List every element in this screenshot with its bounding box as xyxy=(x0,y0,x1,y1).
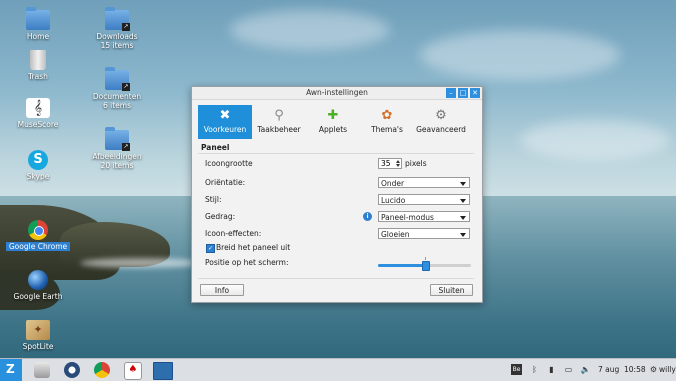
bottom-panel: ♠ Be ᛒ ▮ ▭ 🔈 7 aug 10:58 ⚙ willy xyxy=(0,358,676,381)
desktop-icon-google-chrome[interactable]: Google Chrome xyxy=(6,220,70,251)
expand-panel-label: Breid het paneel uit xyxy=(216,243,291,252)
minimize-button[interactable]: – xyxy=(446,88,456,98)
desktop-icon-spotlite[interactable]: ✦ SpotLite xyxy=(6,320,70,351)
slider-handle[interactable] xyxy=(422,261,430,271)
battery-icon[interactable]: ▭ xyxy=(563,364,574,375)
date-text[interactable]: 7 aug xyxy=(598,359,619,381)
info-icon[interactable]: i xyxy=(363,212,372,221)
downloads-folder-icon: ↗ xyxy=(105,7,130,31)
task-manager-icon: ⚲ xyxy=(274,108,284,123)
slider-fill xyxy=(378,264,425,267)
awn-settings-taskbar-icon[interactable] xyxy=(153,362,173,380)
themes-palette-icon: ✿ xyxy=(381,108,393,123)
dialog-title: Awn-instellingen xyxy=(306,88,368,97)
desktop-icon-trash[interactable]: Trash xyxy=(6,50,70,81)
icon-effects-label: Icoon-effecten: xyxy=(205,229,262,238)
position-label: Positie op het scherm: xyxy=(205,258,289,267)
icon-size-spinbox[interactable]: 35 xyxy=(378,158,402,169)
spin-down-arrow-icon[interactable] xyxy=(396,164,400,167)
applets-puzzle-icon: ✚ xyxy=(327,108,339,123)
trash-icon xyxy=(30,50,46,70)
chrome-launcher-icon[interactable] xyxy=(94,362,110,378)
chevron-down-icon xyxy=(460,182,466,186)
settings-tabs: ✖ Voorkeuren ⚲ Taakbeheer ✚ Applets ✿ Th… xyxy=(198,105,468,139)
tab-taakbeheer[interactable]: ⚲ Taakbeheer xyxy=(252,105,306,139)
disk-utility-launcher-icon[interactable] xyxy=(34,362,50,378)
musescore-icon: 𝄞 xyxy=(26,98,50,118)
info-button[interactable]: Info xyxy=(200,284,244,296)
position-slider[interactable] xyxy=(378,257,471,271)
close-window-button[interactable]: ✕ xyxy=(470,88,480,98)
icon-size-unit: pixels xyxy=(405,159,427,168)
tab-applets[interactable]: ✚ Applets xyxy=(306,105,360,139)
chevron-down-icon xyxy=(460,216,466,220)
icon-effects-dropdown[interactable]: Gloeien xyxy=(378,228,470,239)
desktop-icon-google-earth[interactable]: Google Earth xyxy=(6,270,70,301)
orientation-label: Oriëntatie: xyxy=(205,178,246,187)
footer-divider xyxy=(198,278,474,279)
bluetooth-icon[interactable]: ᛒ xyxy=(529,364,540,375)
keyboard-layout-indicator[interactable]: Be xyxy=(511,364,522,375)
spin-up-arrow-icon[interactable] xyxy=(396,160,400,163)
desktop-icon-documenten[interactable]: ↗ Documenten 6 items xyxy=(85,67,149,110)
behavior-dropdown[interactable]: Paneel-modus xyxy=(378,211,470,222)
chrome-icon xyxy=(28,220,48,240)
icon-size-label: Icoongrootte xyxy=(205,159,253,168)
desktop-icon-home[interactable]: Home xyxy=(6,7,70,41)
awn-settings-dialog: Awn-instellingen – □ ✕ ✖ Voorkeuren ⚲ Ta… xyxy=(191,86,483,303)
preferences-tools-icon: ✖ xyxy=(219,108,231,123)
home-folder-icon xyxy=(26,7,50,30)
time-text[interactable]: 10:58 xyxy=(624,359,646,381)
tab-voorkeuren[interactable]: ✖ Voorkeuren xyxy=(198,105,252,139)
section-title-paneel: Paneel xyxy=(201,143,230,152)
style-label: Stijl: xyxy=(205,195,222,204)
start-menu-button[interactable] xyxy=(0,359,22,381)
chevron-down-icon xyxy=(460,233,466,237)
desktop-icon-afbeeldingen[interactable]: ↗ Afbeeldingen 20 items xyxy=(85,127,149,170)
advanced-gear-icon: ⚙ xyxy=(435,108,447,123)
desktop-icon-downloads[interactable]: ↗ Downloads 15 items xyxy=(85,7,149,50)
orientation-dropdown[interactable]: Onder xyxy=(378,177,470,188)
network-icon[interactable]: ▮ xyxy=(546,364,557,375)
camera-launcher-icon[interactable] xyxy=(64,362,80,378)
tab-geavanceerd[interactable]: ⚙ Geavanceerd xyxy=(414,105,468,139)
expand-panel-checkbox[interactable]: ✓ xyxy=(206,244,215,253)
close-button[interactable]: Sluiten xyxy=(430,284,473,296)
desktop-icon-skype[interactable]: S Skype xyxy=(6,150,70,181)
behavior-label: Gedrag: xyxy=(205,212,236,221)
chevron-down-icon xyxy=(460,199,466,203)
slider-center-mark xyxy=(425,257,426,260)
maximize-button[interactable]: □ xyxy=(458,88,468,98)
desktop-icon-musescore[interactable]: 𝄞 MuseScore xyxy=(6,98,70,129)
spotlite-icon: ✦ xyxy=(26,320,50,340)
style-dropdown[interactable]: Lucido xyxy=(378,194,470,205)
skype-icon: S xyxy=(28,150,48,170)
settings-gear-icon[interactable]: ⚙ xyxy=(648,364,659,375)
dialog-titlebar[interactable]: Awn-instellingen – □ ✕ xyxy=(192,87,482,100)
documents-folder-icon: ↗ xyxy=(105,67,130,91)
volume-icon[interactable]: 🔈 xyxy=(580,364,591,375)
user-name[interactable]: willy xyxy=(659,359,676,381)
google-earth-icon xyxy=(28,270,48,290)
section-divider xyxy=(198,153,474,154)
solitaire-launcher-icon[interactable]: ♠ xyxy=(124,362,142,380)
pictures-folder-icon: ↗ xyxy=(105,127,130,151)
tab-themas[interactable]: ✿ Thema's xyxy=(360,105,414,139)
